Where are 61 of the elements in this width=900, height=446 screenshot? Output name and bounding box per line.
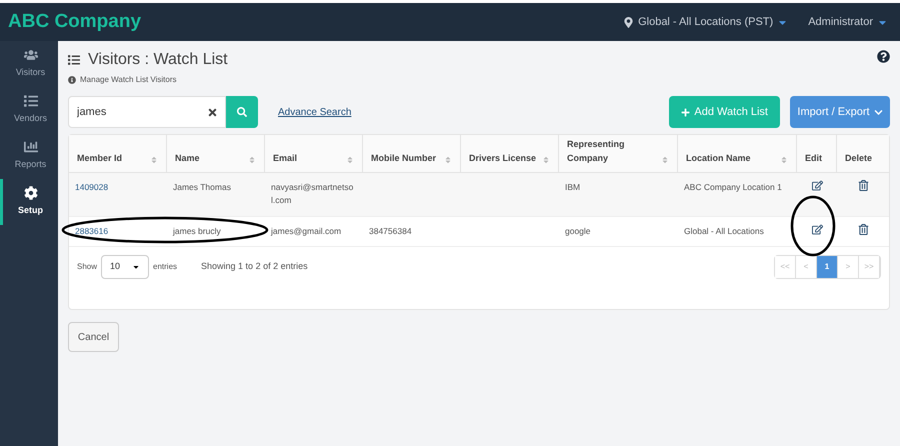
bar-chart-icon <box>24 140 38 154</box>
page-title: Visitors : Watch List <box>88 50 228 70</box>
sort-icon <box>780 156 788 164</box>
list-icon <box>24 94 38 108</box>
table-cell: ABC Company Location 1 <box>684 182 782 192</box>
page-size-select[interactable]: 10 <box>101 255 150 279</box>
search-icon <box>237 107 247 117</box>
column-header[interactable]: Mobile Number <box>363 135 461 172</box>
table-cell: james@gmail.com <box>271 226 342 236</box>
annotation-ellipse <box>790 195 836 257</box>
column-header[interactable]: Location Name <box>678 135 797 172</box>
clear-icon[interactable] <box>207 107 218 118</box>
table-cell: IBM <box>565 182 580 192</box>
table-cell: google <box>565 226 591 236</box>
column-header[interactable]: Representing Company <box>559 135 678 172</box>
sort-icon <box>444 156 452 164</box>
member-id-link[interactable]: 2883616 <box>75 226 108 236</box>
sort-icon <box>661 156 669 164</box>
user-dropdown[interactable]: Administrator <box>808 14 888 30</box>
delete-icon[interactable] <box>858 180 868 191</box>
table-cell: 384756384 <box>369 226 412 236</box>
member-id-link[interactable]: 1409028 <box>75 182 108 192</box>
table-cell: navyasri@smartnetsol.com <box>271 182 354 205</box>
table-cell: Global - All Locations <box>684 226 764 236</box>
table-cell: James Thomas <box>173 182 231 192</box>
column-header[interactable]: Delete <box>837 135 889 172</box>
chevron-icon <box>874 108 883 116</box>
delete-icon[interactable] <box>858 224 868 235</box>
column-header[interactable]: Member Id <box>69 135 167 172</box>
entries-info: Showing 1 to 2 of 2 entries <box>201 260 308 274</box>
entries-label: entries <box>153 261 178 273</box>
sidebar-item[interactable]: Reports <box>0 133 58 179</box>
sort-icon <box>346 156 354 164</box>
sort-icon <box>542 156 550 164</box>
page-subtitle: Manage Watch List Visitors <box>80 74 176 86</box>
edit-icon[interactable] <box>812 224 822 235</box>
list-icon <box>68 54 80 66</box>
advance-search-link[interactable]: Advance Search <box>278 104 352 120</box>
column-header[interactable]: Name <box>167 135 265 172</box>
column-header[interactable]: Email <box>265 135 363 172</box>
show-label: Show <box>77 261 98 273</box>
search-field[interactable]: james <box>68 96 226 128</box>
cancel-button[interactable]: Cancel <box>68 322 119 352</box>
column-header[interactable]: Drivers License <box>461 135 559 172</box>
sidebar-item[interactable]: Setup <box>0 179 58 225</box>
plus-icon <box>681 108 690 116</box>
edit-icon[interactable] <box>812 180 822 191</box>
sidebar-item[interactable]: Vendors <box>0 87 58 133</box>
sort-icon <box>150 156 158 164</box>
sidebar-item[interactable]: Visitors <box>0 41 58 87</box>
caret-icon <box>132 263 140 271</box>
location-dropdown[interactable]: Global - All Locations (PST) <box>623 14 788 30</box>
table-cell: james brucly <box>173 226 221 236</box>
help-icon[interactable] <box>877 50 890 63</box>
users-icon <box>24 48 38 62</box>
sort-icon <box>248 156 256 164</box>
info-icon <box>68 76 76 84</box>
location-pin-icon <box>623 16 634 28</box>
column-header[interactable]: Edit <box>797 135 837 172</box>
brand-title: ABC Company <box>8 10 142 34</box>
settings-icon <box>24 186 38 200</box>
